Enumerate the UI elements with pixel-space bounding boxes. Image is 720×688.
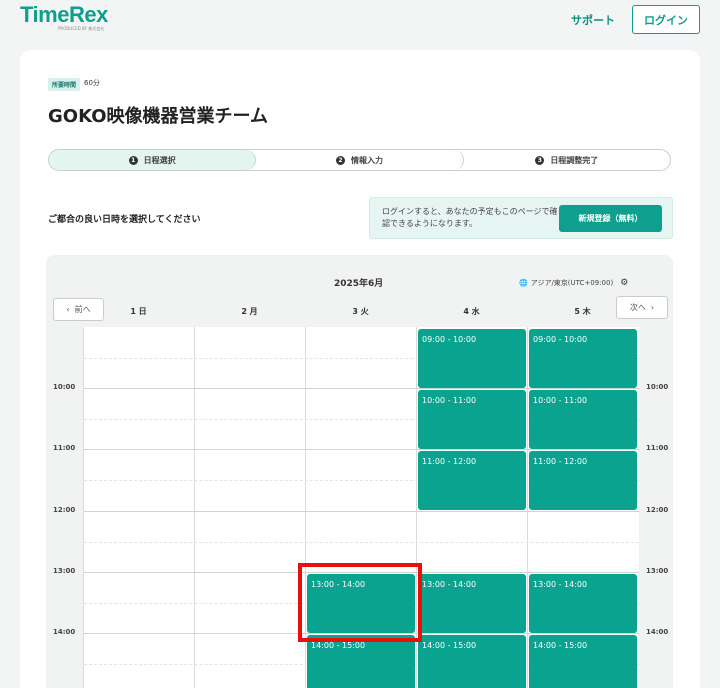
time-slot[interactable]: 14:00 - 15:00 — [418, 635, 526, 688]
time-slot[interactable]: 09:00 - 10:00 — [529, 329, 637, 388]
duration-value: 60分 — [84, 79, 100, 87]
time-slot[interactable]: 11:00 - 12:00 — [529, 451, 637, 510]
step-info-input: 2 情報入力 — [256, 150, 464, 170]
time-label-right: 10:00 — [646, 383, 669, 391]
login-button[interactable]: ログイン — [632, 5, 700, 34]
hour-line — [84, 572, 639, 573]
register-button[interactable]: 新規登録（無料） — [559, 205, 662, 232]
login-notice: ログインすると、あなたの予定もこのページで確認できるようになります。 新規登録（… — [369, 197, 673, 239]
time-slot[interactable]: 14:00 - 15:00 — [529, 635, 637, 688]
step-label: 情報入力 — [350, 155, 383, 165]
step-number-icon: 2 — [335, 155, 345, 165]
time-slot[interactable]: 13:00 - 14:00 — [307, 574, 415, 633]
support-link[interactable]: サポート — [571, 12, 615, 28]
day-header-4: 4 水 — [463, 307, 480, 316]
time-label-right: 13:00 — [646, 567, 669, 575]
hour-line — [84, 449, 639, 450]
day-header-1: 1 日 — [130, 307, 147, 316]
gear-icon[interactable]: ⚙ — [620, 278, 628, 288]
step-label: 日程選択 — [143, 155, 176, 165]
time-slot[interactable]: 13:00 - 14:00 — [529, 574, 637, 633]
step-number-icon: 3 — [535, 155, 545, 165]
time-label-left: 14:00 — [53, 628, 76, 636]
time-label-right: 11:00 — [646, 444, 669, 452]
chevron-right-icon: › — [650, 303, 655, 312]
logo-subtext: PRODUCED BY 株式会社 — [58, 26, 105, 31]
day-header-3: 3 火 — [352, 307, 369, 316]
half-hour-line — [84, 542, 639, 543]
step-number-icon: 1 — [128, 155, 138, 165]
hour-line — [84, 633, 639, 634]
time-slot[interactable]: 13:00 - 14:00 — [418, 574, 526, 633]
time-slot[interactable]: 10:00 - 11:00 — [529, 390, 637, 449]
step-indicator: 1 日程選択 2 情報入力 3 日程調整完了 — [48, 149, 671, 171]
notice-text: ログインすると、あなたの予定もこのページで確認できるようになります。 — [382, 207, 558, 228]
time-slot[interactable]: 11:00 - 12:00 — [418, 451, 526, 510]
time-slot[interactable]: 09:00 - 10:00 — [418, 329, 526, 388]
step-complete: 3 日程調整完了 — [464, 150, 670, 170]
timezone-selector[interactable]: 🌐 アジア/東京(UTC+09:00) ⚙ — [519, 278, 628, 288]
duration-badge: 所要時間 — [48, 78, 81, 91]
page-title: GOKO映像機器営業チーム — [48, 106, 268, 127]
time-slot[interactable]: 14:00 - 15:00 — [307, 635, 415, 688]
day-header-5: 5 木 — [574, 307, 591, 316]
hour-line — [84, 388, 639, 389]
globe-icon: 🌐 — [519, 279, 528, 287]
day-header-2: 2 月 — [241, 307, 258, 316]
time-slot[interactable]: 10:00 - 11:00 — [418, 390, 526, 449]
top-bar: TimeRex PRODUCED BY 株式会社 サポート ログイン — [0, 0, 720, 40]
time-label-left: 11:00 — [53, 444, 76, 452]
time-label-left: 10:00 — [53, 383, 76, 391]
step-label: 日程調整完了 — [550, 155, 599, 165]
time-label-right: 12:00 — [646, 506, 669, 514]
step-date-selection: 1 日程選択 — [49, 150, 257, 170]
timerex-logo[interactable]: TimeRex PRODUCED BY 株式会社 — [20, 4, 108, 32]
instruction-text: ご都合の良い日時を選択してください — [48, 215, 201, 225]
timezone-label: アジア/東京(UTC+09:00) — [530, 279, 614, 287]
time-label-left: 12:00 — [53, 506, 76, 514]
month-label: 2025年6月 — [334, 279, 384, 289]
hour-line — [84, 511, 639, 512]
chevron-left-icon: ‹ — [66, 305, 70, 314]
time-label-right: 14:00 — [646, 628, 669, 636]
time-label-left: 13:00 — [53, 567, 76, 575]
logo-text: TimeRex — [20, 2, 108, 27]
